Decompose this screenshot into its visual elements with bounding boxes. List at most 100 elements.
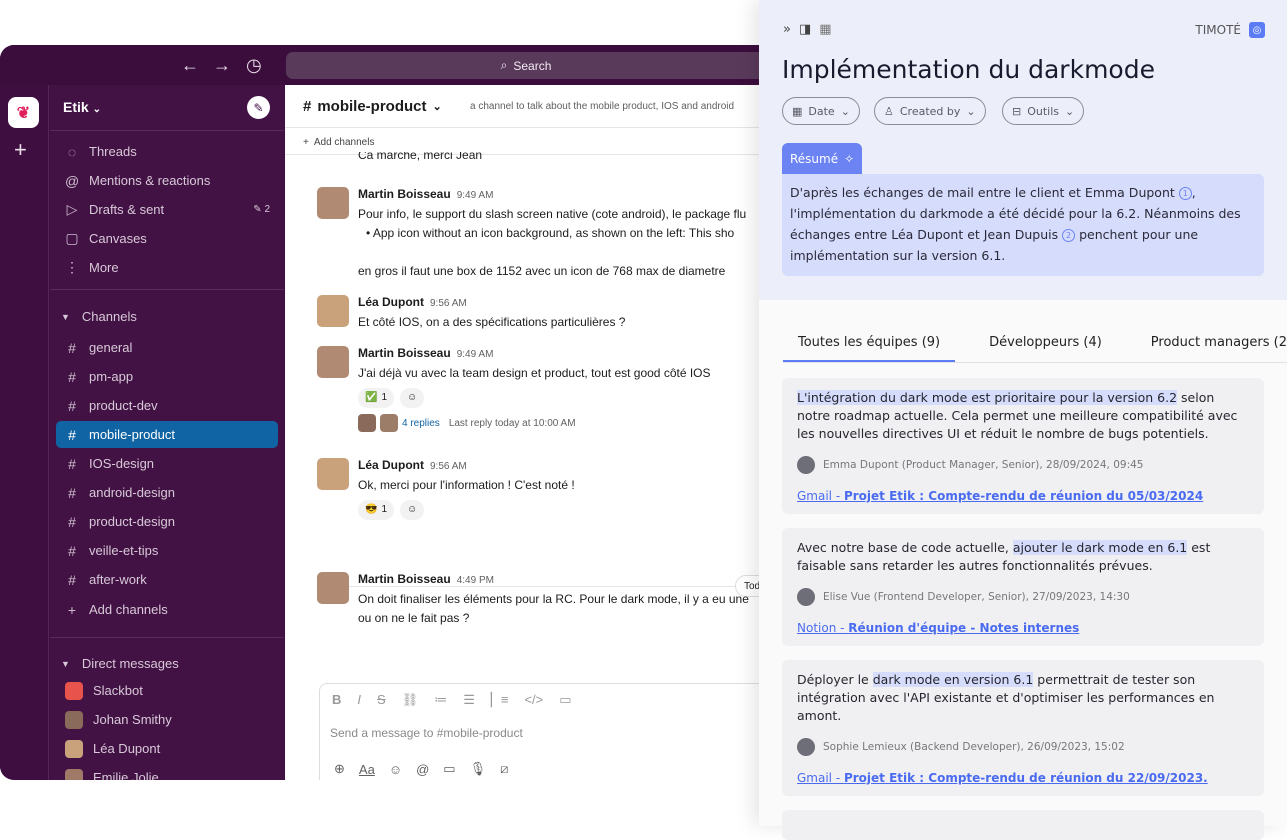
brand-logo-icon[interactable]: ◎	[1249, 22, 1265, 38]
sidebar-item-android-design[interactable]: # android-design	[56, 479, 278, 506]
sidebar-item-product-dev[interactable]: # product-dev	[56, 392, 278, 419]
dm-item-johan[interactable]: Johan Smithy	[56, 706, 278, 733]
source-link[interactable]: Gmail - Projet Etik : Compte-rendu de ré…	[797, 487, 1249, 505]
sidebar-item-ios-design[interactable]: # IOS-design	[56, 450, 278, 477]
message-author[interactable]: Martin Boisseau	[358, 187, 451, 201]
sidebar-item-general[interactable]: # general	[56, 334, 278, 361]
message-author[interactable]: Martin Boisseau	[358, 572, 451, 586]
add-channels-button[interactable]: + Add channels	[56, 596, 278, 623]
link-icon[interactable]: ⛓	[402, 692, 419, 708]
shortcuts-icon[interactable]: ⧄	[500, 761, 508, 777]
bulleted-list-icon[interactable]: ☰	[463, 692, 475, 708]
channel-name: IOS-design	[89, 456, 155, 471]
sidebar-item-canvases[interactable]: ▢ Canvases	[56, 225, 278, 252]
numbered-list-icon[interactable]: ≔	[434, 692, 447, 708]
workspace-logo-icon[interactable]: ❦	[8, 97, 39, 128]
full-view-icon[interactable]: ▦	[819, 22, 831, 37]
dm-name: Emilie Jolie	[93, 770, 159, 780]
tab-product-managers[interactable]: Product managers (2)	[1151, 334, 1287, 362]
highlight: L'intégration du dark mode est prioritai…	[797, 390, 1178, 405]
message-text: Ca marche, merci Jean	[358, 152, 483, 162]
sidebar-item-threads[interactable]: ◌ Threads	[56, 138, 278, 165]
text-format-icon[interactable]: Aa	[359, 762, 375, 777]
message-time[interactable]: 4:49 PM	[457, 575, 494, 586]
dm-section-header[interactable]: ▼ Direct messages	[61, 656, 179, 671]
sidebar-item-more[interactable]: ⋮ More	[56, 254, 278, 281]
message-text: J'ai déjà vu avec la team design et prod…	[358, 366, 711, 380]
microphone-icon[interactable]: 🎙	[470, 761, 487, 777]
tab-all-teams[interactable]: Toutes les équipes (9)	[783, 334, 956, 362]
mention-icon[interactable]: @	[416, 762, 429, 777]
filter-label: Date	[808, 104, 835, 118]
sidebar-item-veille-et-tips[interactable]: # veille-et-tips	[56, 537, 278, 564]
reference-2-icon[interactable]: 2	[1062, 229, 1076, 242]
filter-created-by[interactable]: ♙ Created by ⌄	[874, 97, 986, 125]
add-reaction-icon[interactable]: ☺	[400, 387, 425, 408]
italic-icon[interactable]: I	[357, 692, 361, 708]
workspace-name[interactable]: Etik ⌄	[63, 99, 101, 115]
message-time[interactable]: 9:56 AM	[430, 298, 467, 309]
channel-title[interactable]: # mobile-product ⌄	[303, 98, 442, 115]
dm-item-slackbot[interactable]: Slackbot	[56, 677, 278, 704]
message-composer[interactable]: B I S ⛓ ≔ ☰ ▏≡ </> ▭ Send a message to #…	[319, 683, 789, 780]
reaction-pill[interactable]: 😎 1	[358, 499, 395, 520]
video-icon[interactable]: ▭	[443, 761, 455, 777]
collapse-icon[interactable]: »	[783, 22, 791, 37]
message-author[interactable]: Martin Boisseau	[358, 346, 451, 360]
hash-icon: #	[68, 542, 76, 559]
emoji-icon[interactable]: ☺	[389, 762, 402, 777]
source-link[interactable]: Notion - Réunion d'équipe - Notes intern…	[797, 619, 1249, 637]
message-time[interactable]: 9:49 AM	[457, 349, 494, 360]
message-input[interactable]: Send a message to #mobile-product	[330, 726, 523, 740]
message-time[interactable]: 9:56 AM	[430, 461, 467, 472]
reference-1-icon[interactable]: 1	[1178, 187, 1192, 200]
more-icon: ⋮	[65, 259, 79, 275]
replies-link[interactable]: 4 replies	[402, 414, 440, 433]
message-time[interactable]: 9:49 AM	[457, 190, 494, 201]
compose-icon[interactable]: ✎	[247, 96, 270, 119]
avatar[interactable]	[317, 346, 349, 378]
message-author[interactable]: Léa Dupont	[358, 295, 424, 309]
forward-arrow-icon[interactable]: →	[213, 55, 231, 75]
sidebar-item-after-work[interactable]: # after-work	[56, 566, 278, 593]
sidebar-item-mobile-product[interactable]: # mobile-product	[56, 421, 278, 448]
add-reaction-icon[interactable]: ☺	[400, 499, 425, 520]
filter-label: Created by	[899, 104, 961, 118]
filter-date[interactable]: ▦ Date ⌄	[782, 97, 860, 125]
avatar[interactable]	[317, 295, 349, 327]
search-bar[interactable]: ⌕ Search	[286, 52, 766, 79]
dm-name: Johan Smithy	[93, 712, 172, 727]
blockquote-icon[interactable]: ▏≡	[491, 692, 509, 708]
code-icon[interactable]: </>	[524, 692, 543, 708]
dm-item-emilie[interactable]: Emilie Jolie	[56, 764, 278, 780]
tab-developers[interactable]: Développeurs (4)	[989, 334, 1117, 362]
strikethrough-icon[interactable]: S	[377, 692, 386, 708]
channel-description: a channel to talk about the mobile produ…	[470, 101, 735, 112]
reaction-pill[interactable]: ✅ 1	[358, 387, 395, 408]
bold-icon[interactable]: B	[332, 692, 341, 708]
message-author[interactable]: Léa Dupont	[358, 458, 424, 472]
add-channels-bookmark[interactable]: + Add channels	[303, 137, 374, 148]
back-arrow-icon[interactable]: ←	[181, 55, 199, 75]
filter-outils[interactable]: ⊟ Outils ⌄	[1002, 97, 1085, 125]
add-workspace-icon[interactable]: +	[14, 137, 27, 163]
channels-section-header[interactable]: ▼ Channels	[61, 309, 137, 324]
dm-item-lea[interactable]: Léa Dupont	[56, 735, 278, 762]
channel-name: product-dev	[89, 398, 158, 413]
avatar[interactable]	[317, 458, 349, 490]
message-bullet: • App icon without an icon background, a…	[366, 226, 735, 240]
history-icon[interactable]: ◷	[246, 55, 262, 75]
avatar[interactable]	[317, 572, 349, 604]
sidebar-item-mentions[interactable]: @ Mentions & reactions	[56, 167, 278, 194]
avatar[interactable]	[317, 187, 349, 219]
toolbox-icon: ⊟	[1012, 104, 1022, 118]
sidebar-item-drafts[interactable]: ▷ Drafts & sent ✎ 2	[56, 196, 278, 223]
code-block-icon[interactable]: ▭	[559, 692, 571, 708]
source-link[interactable]: Gmail - Projet Etik : Compte-rendu de ré…	[797, 769, 1249, 787]
sidebar-item-product-design[interactable]: # product-design	[56, 508, 278, 535]
card-meta: Elise Vue (Frontend Developer, Senior), …	[797, 588, 1249, 606]
sidebar-item-pm-app[interactable]: # pm-app	[56, 363, 278, 390]
plus-icon[interactable]: ⊕	[334, 761, 345, 777]
split-view-icon[interactable]: ◨	[799, 22, 811, 37]
divider	[50, 637, 284, 638]
